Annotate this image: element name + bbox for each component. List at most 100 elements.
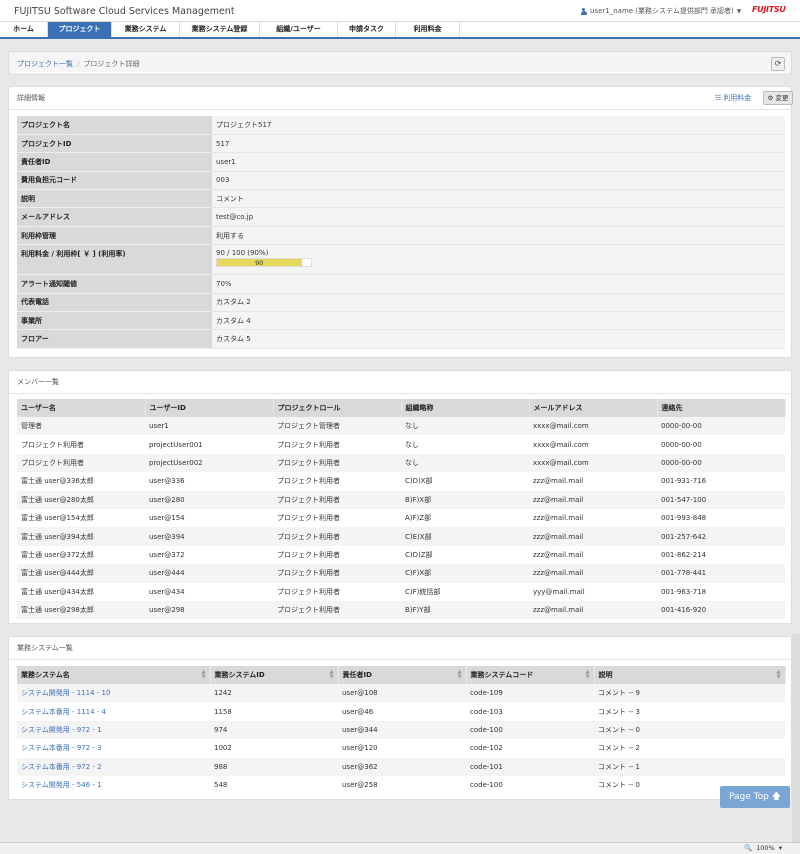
- detail-row: メールアドレス test@co.jp: [17, 207, 785, 227]
- gear-icon: ⚙: [767, 94, 774, 102]
- detail-label: 説明: [17, 189, 212, 209]
- detail-value: 003: [212, 171, 785, 191]
- table-cell: 001-778-441: [657, 564, 785, 583]
- detail-value: test@co.jp: [212, 207, 785, 227]
- table-cell: zzz@mail.mail: [529, 527, 657, 546]
- table-cell: なし: [401, 417, 529, 436]
- table-cell: user@258: [338, 775, 466, 795]
- change-button-label: 変更: [775, 94, 789, 102]
- detail-row: アラート通知閾値 70%: [17, 274, 785, 294]
- table-cell: 0000-00-00: [657, 435, 785, 454]
- detail-title: 詳細情報: [17, 94, 45, 102]
- detail-label: アラート通知閾値: [17, 274, 212, 294]
- app-header: FUJITSU Software Cloud Services Manageme…: [0, 0, 800, 22]
- system-name-link[interactable]: システム本番用 - 972 - 2: [17, 757, 210, 776]
- breadcrumb-current: プロジェクト詳細: [83, 60, 140, 68]
- detail-label: プロジェクト名: [17, 116, 212, 135]
- table-cell: B)F)Y部: [401, 600, 529, 620]
- table-cell: 富士通 user@434太郎: [17, 582, 145, 601]
- nav-tasks[interactable]: 申請タスク: [338, 22, 396, 37]
- system-name-link[interactable]: システム開発用 - 546 - 1: [17, 775, 210, 795]
- detail-value: カスタム 4: [212, 311, 785, 331]
- table-cell: 001-993-848: [657, 508, 785, 528]
- table-cell: プロジェクト利用者: [17, 435, 145, 454]
- column-header[interactable]: 業務システムコード ▲ ▼: [466, 666, 595, 684]
- system-name-link[interactable]: システム本番用 - 972 - 3: [17, 739, 210, 758]
- column-header[interactable]: 組織略称: [401, 399, 530, 417]
- sort-icon: ▲ ▼: [201, 669, 206, 680]
- fee-link[interactable]: ☷ 利用料金: [715, 93, 751, 103]
- table-cell: プロジェクト利用者: [273, 435, 401, 454]
- main-nav: ホーム プロジェクト 業務システム 業務システム登録 組織/ユーザー 申請タスク…: [0, 22, 800, 39]
- table-row: プロジェクト利用者 projectUser002 プロジェクト利用者 なし xxxx@m…: [17, 453, 785, 473]
- table-cell: user1: [145, 417, 273, 436]
- table-cell: 富士通 user@372太郎: [17, 545, 145, 565]
- system-name-link[interactable]: システム本番用 - 1114 - 4: [17, 702, 210, 721]
- nav-business-system-register[interactable]: 業務システム登録: [180, 22, 260, 37]
- nav-business-system[interactable]: 業務システム: [112, 22, 180, 37]
- system-name-link[interactable]: システム開発用 - 972 - 1: [17, 720, 210, 740]
- systems-title: 業務システム一覧: [17, 644, 73, 652]
- table-cell: zzz@mail.mail: [529, 545, 657, 565]
- column-header[interactable]: 業務システムID ▲ ▼: [210, 666, 339, 684]
- caret-down-icon: ▼: [736, 7, 742, 15]
- detail-row: フロアー カスタム 5: [17, 329, 785, 349]
- usage-value: 90 / 100 (90%): [216, 249, 269, 258]
- table-cell: user@434: [145, 582, 273, 601]
- table-cell: プロジェクト利用者: [273, 527, 401, 546]
- table-cell: 富士通 user@394太郎: [17, 527, 145, 546]
- table-cell: 富士通 user@336太郎: [17, 472, 145, 491]
- brand-title: FUJITSU Software Cloud Services Manageme…: [14, 6, 235, 17]
- column-header[interactable]: 説明 ▲ ▼: [594, 666, 786, 684]
- column-header-label: 連絡先: [661, 404, 683, 412]
- breadcrumb-project-list[interactable]: プロジェクト一覧: [17, 60, 73, 68]
- column-header-label: 責任者ID: [342, 671, 372, 679]
- nav-project[interactable]: プロジェクト: [48, 22, 112, 37]
- members-panel: メンバー一覧 ユーザー名 ユーザーID プロジェクトロール 組織略称 メールアドレス 連絡…: [8, 370, 792, 624]
- page-top-button[interactable]: Page Top 🡅: [720, 786, 790, 808]
- table-cell: code-109: [466, 684, 594, 703]
- change-button[interactable]: ⚙ 変更: [763, 91, 793, 105]
- detail-label: 利用枠管理: [17, 226, 212, 246]
- table-cell: user@336: [145, 472, 273, 491]
- detail-row: 事業所 カスタム 4: [17, 311, 785, 331]
- zoom-control[interactable]: 🔍 100% ▾: [744, 844, 782, 852]
- user-icon: [580, 7, 587, 15]
- column-header[interactable]: ユーザーID: [145, 399, 274, 417]
- column-header-label: ユーザー名: [21, 404, 56, 412]
- table-row: システム本番用 - 1114 - 4 1158 user@46 code-103 コメン…: [17, 702, 785, 721]
- table-cell: user@154: [145, 508, 273, 528]
- system-name-link[interactable]: システム開発用 - 1114 - 10: [17, 684, 210, 703]
- column-header-label: ユーザーID: [149, 404, 186, 412]
- table-cell: コメント -- 0: [594, 720, 785, 740]
- column-header[interactable]: ユーザー名: [17, 399, 146, 417]
- user-menu[interactable]: user1_name (業務システム提供部門 承認者) ▼: [580, 6, 741, 16]
- table-cell: zzz@mail.mail: [529, 490, 657, 509]
- table-cell: 0000-00-00: [657, 417, 785, 436]
- table-cell: 548: [210, 775, 338, 795]
- detail-value: user1: [212, 152, 785, 172]
- user-name: user1_name (業務システム提供部門 承認者): [590, 7, 734, 15]
- column-header[interactable]: メールアドレス: [529, 399, 658, 417]
- table-cell: user@444: [145, 564, 273, 583]
- table-row: 富士通 user@394太郎 user@394 プロジェクト利用者 C)E)X部 zzz…: [17, 527, 785, 546]
- column-header[interactable]: 業務システム名 ▲ ▼: [17, 666, 211, 684]
- table-cell: yyy@mail.mail: [529, 582, 657, 601]
- scrollbar[interactable]: [792, 634, 800, 842]
- refresh-button[interactable]: ⟳: [771, 57, 785, 71]
- table-cell: C)D)X部: [401, 472, 529, 491]
- column-header[interactable]: プロジェクトロール: [273, 399, 402, 417]
- table-cell: プロジェクト利用者: [273, 545, 401, 565]
- column-header[interactable]: 連絡先: [657, 399, 786, 417]
- nav-org-users[interactable]: 組織/ユーザー: [260, 22, 338, 37]
- column-header[interactable]: 責任者ID ▲ ▼: [338, 666, 467, 684]
- table-cell: 1002: [210, 739, 338, 758]
- table-cell: 富士通 user@298太郎: [17, 600, 145, 620]
- nav-fees[interactable]: 利用料金: [396, 22, 460, 37]
- fee-icon: ☷: [715, 94, 722, 102]
- table-row: システム本番用 - 972 - 3 1002 user@120 code-102 コメン…: [17, 739, 785, 758]
- nav-home[interactable]: ホーム: [0, 22, 48, 37]
- table-cell: 富士通 user@280太郎: [17, 490, 145, 509]
- table-cell: B)F)X部: [401, 490, 529, 509]
- detail-row: 説明 コメント: [17, 189, 785, 209]
